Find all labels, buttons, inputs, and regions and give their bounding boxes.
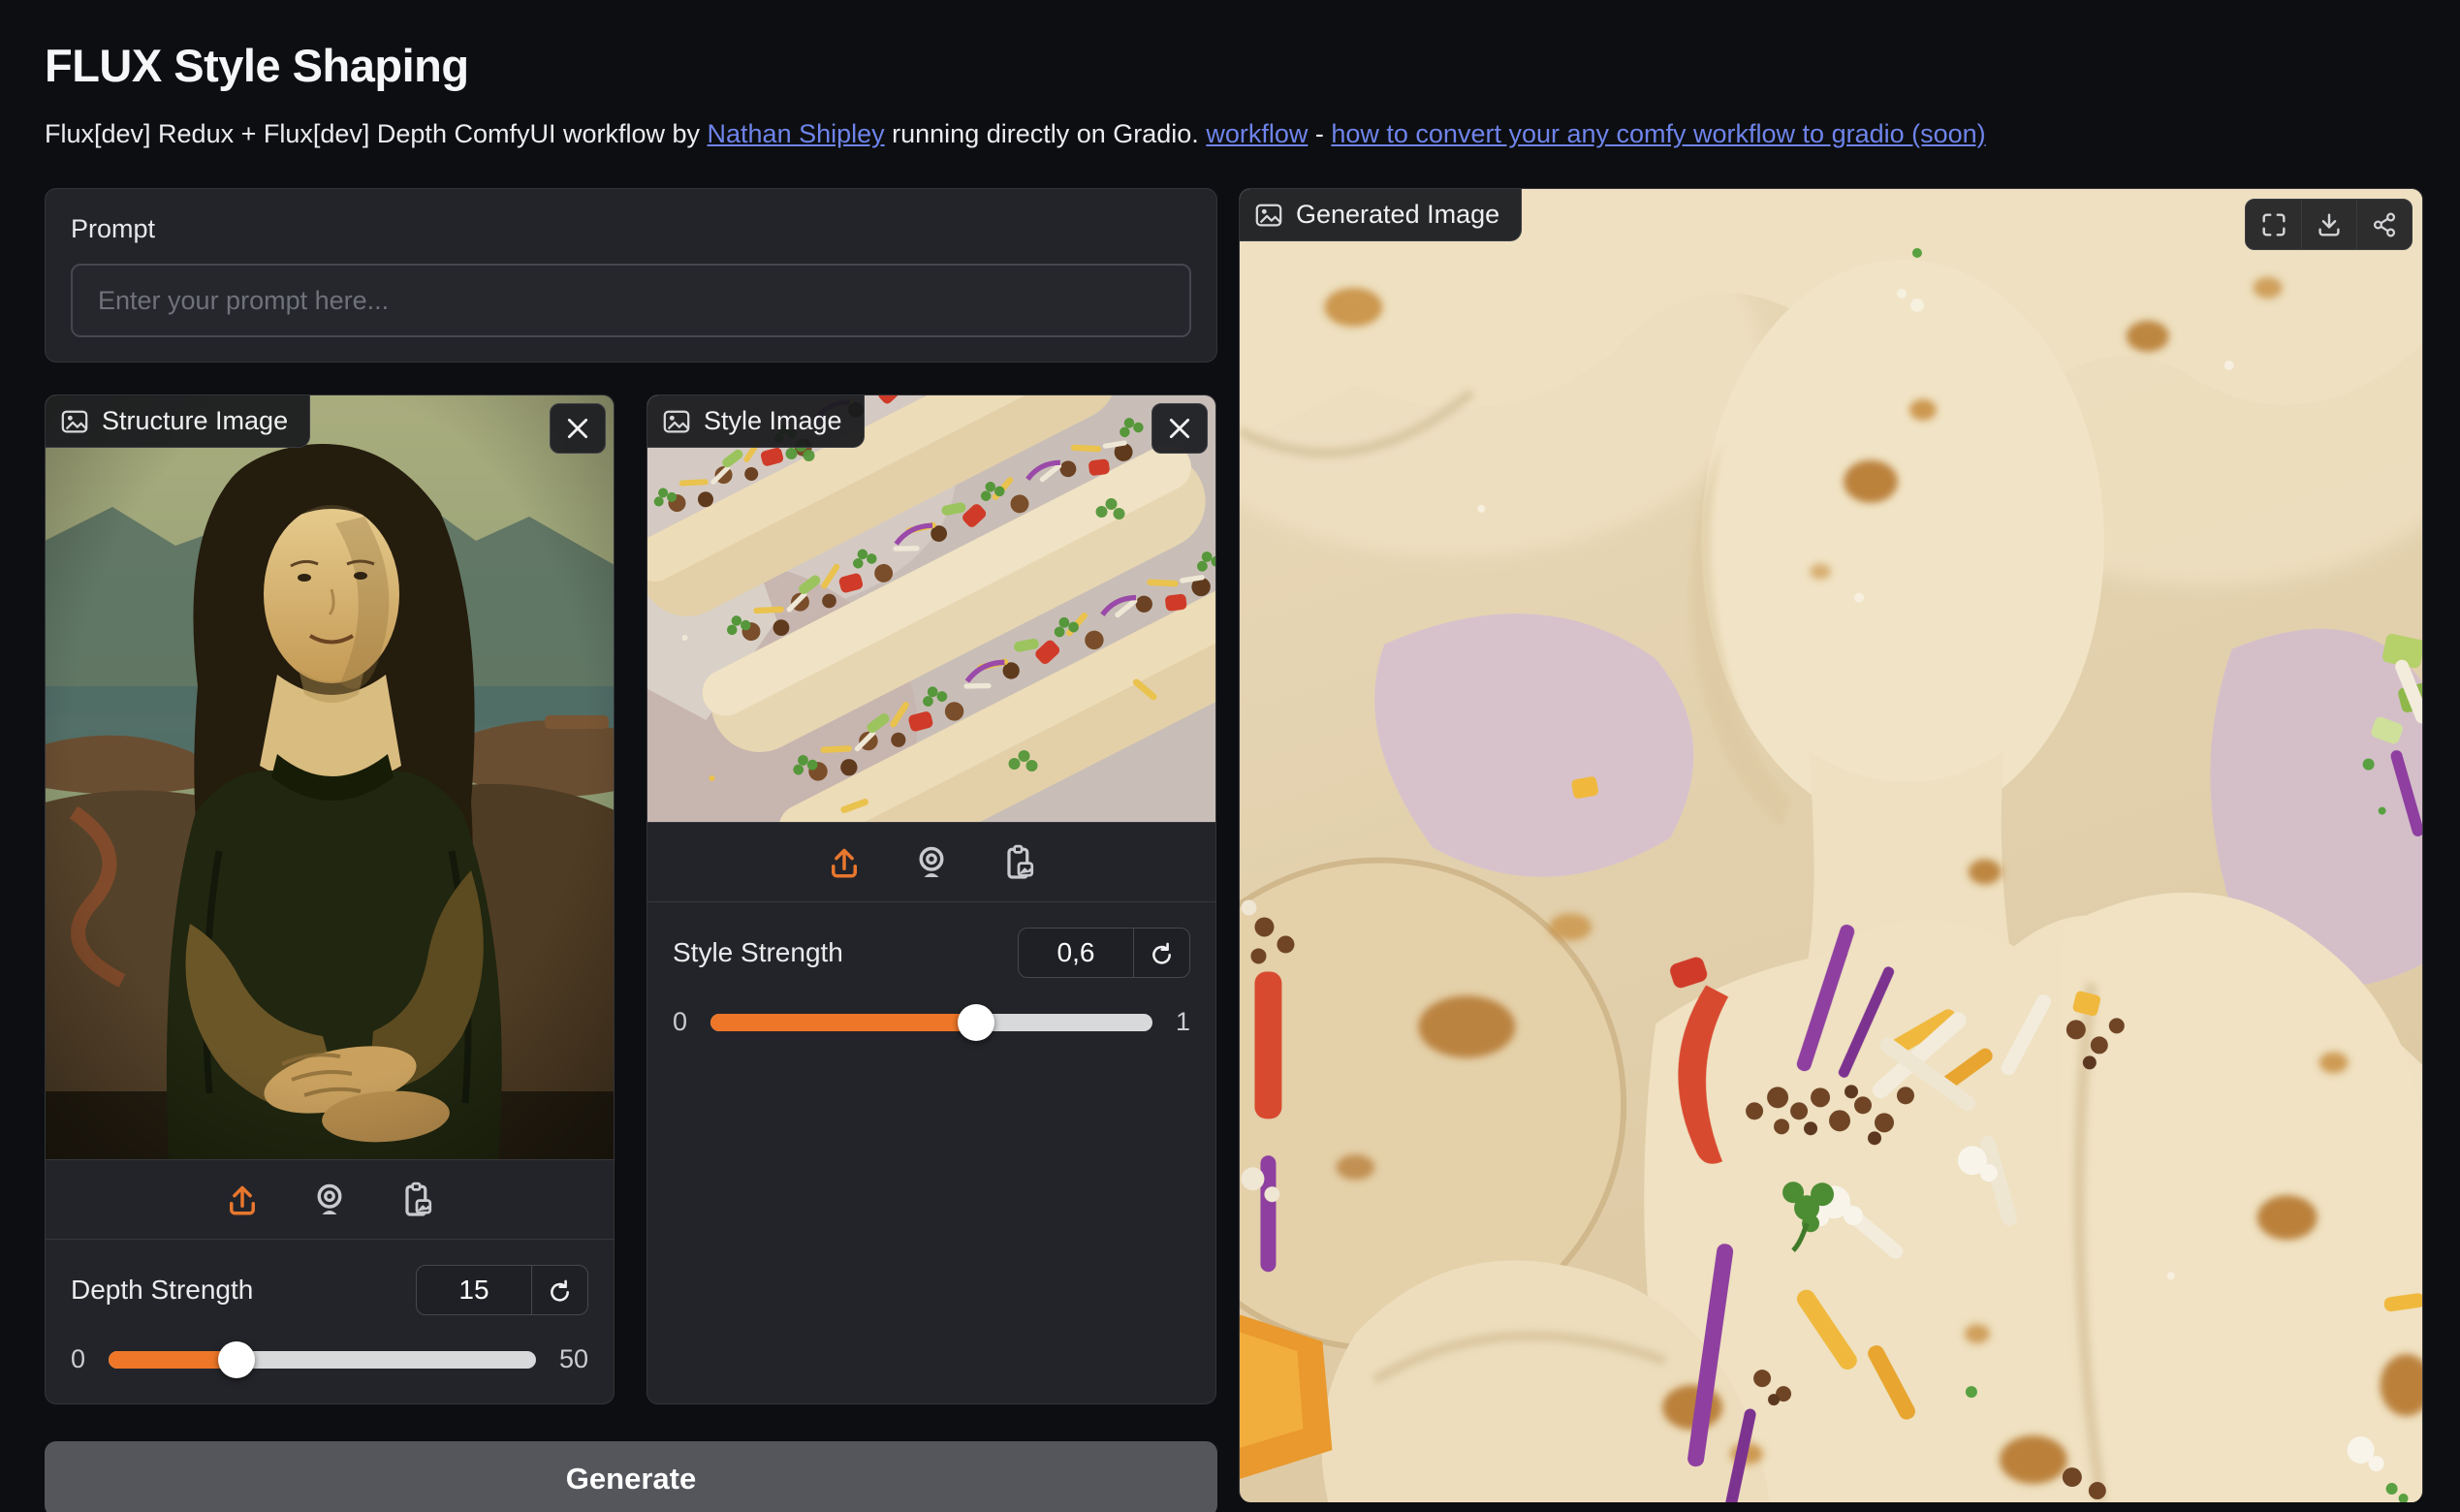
style-slider-handle[interactable] <box>958 1004 994 1041</box>
style-strength-numbox: 0,6 <box>1018 928 1190 978</box>
download-icon <box>2315 210 2344 239</box>
page-title: FLUX Style Shaping <box>45 39 2423 92</box>
structure-paste-button[interactable] <box>397 1181 436 1219</box>
subtitle-text-3: - <box>1308 119 1331 148</box>
style-image-view: Style Image <box>647 395 1215 822</box>
main-content: Prompt <box>45 188 2423 1512</box>
share-button[interactable] <box>2356 200 2412 249</box>
prompt-input[interactable] <box>71 264 1191 337</box>
download-button[interactable] <box>2301 200 2356 249</box>
howto-link[interactable]: how to convert your any comfy workflow t… <box>1331 119 1985 148</box>
style-min-label: 0 <box>673 1007 687 1037</box>
structure-upload-button[interactable] <box>223 1181 262 1219</box>
prompt-label: Prompt <box>71 214 1191 244</box>
style-paste-button[interactable] <box>999 843 1038 882</box>
generated-image-dough-mona-lisa <box>1240 189 2422 1502</box>
structure-webcam-button[interactable] <box>310 1181 349 1219</box>
generate-button[interactable]: Generate <box>45 1441 1217 1512</box>
generated-image-badge: Generated Image <box>1240 189 1522 241</box>
style-image-close-button[interactable] <box>1151 403 1208 454</box>
style-upload-button[interactable] <box>825 843 864 882</box>
clipboard-image-icon <box>999 843 1038 882</box>
style-image-tacos <box>647 395 1215 822</box>
author-link[interactable]: Nathan Shipley <box>708 119 885 148</box>
depth-strength-label: Depth Strength <box>71 1275 253 1306</box>
style-image-panel: Style Image <box>647 394 1216 1404</box>
style-webcam-button[interactable] <box>912 843 951 882</box>
upload-icon <box>223 1181 262 1219</box>
style-reset-button[interactable] <box>1133 929 1189 977</box>
share-icon <box>2370 210 2399 239</box>
webcam-icon <box>310 1181 349 1219</box>
structure-image-panel: Structure Image <box>45 394 615 1404</box>
structure-image-view: Structure Image <box>46 395 614 1159</box>
clipboard-image-icon <box>397 1181 436 1219</box>
left-column: Prompt <box>45 188 1217 1512</box>
depth-slider-handle[interactable] <box>218 1341 255 1378</box>
subtitle: Flux[dev] Redux + Flux[dev] Depth ComfyU… <box>45 119 2423 149</box>
depth-reset-button[interactable] <box>531 1266 587 1314</box>
image-icon <box>1254 201 1283 230</box>
structure-source-bar <box>46 1159 614 1240</box>
reset-icon <box>1149 939 1176 966</box>
right-column: Generated Image <box>1239 188 2423 1502</box>
structure-image-close-button[interactable] <box>550 403 606 454</box>
depth-max-label: 50 <box>559 1344 588 1374</box>
webcam-icon <box>912 843 951 882</box>
workflow-link[interactable]: workflow <box>1206 119 1308 148</box>
close-icon <box>565 416 590 441</box>
input-images-row: Structure Image <box>45 394 1217 1404</box>
structure-image-label: Structure Image <box>102 406 288 436</box>
generated-image-label: Generated Image <box>1296 200 1499 230</box>
prompt-panel: Prompt <box>45 188 1217 362</box>
style-source-bar <box>647 822 1215 902</box>
style-strength-value[interactable]: 0,6 <box>1019 929 1133 977</box>
style-max-label: 1 <box>1176 1007 1190 1037</box>
generated-image-toolbar <box>2245 199 2413 250</box>
style-slider-track[interactable] <box>710 1014 1152 1031</box>
subtitle-text-2: running directly on Gradio. <box>885 119 1207 148</box>
fullscreen-icon <box>2259 210 2288 239</box>
depth-strength-value[interactable]: 15 <box>417 1266 531 1314</box>
image-icon <box>60 407 89 436</box>
structure-image-badge: Structure Image <box>46 395 310 448</box>
depth-strength-block: Depth Strength 15 <box>46 1240 614 1403</box>
style-strength-label: Style Strength <box>673 937 843 968</box>
style-image-label: Style Image <box>704 406 842 436</box>
close-icon <box>1167 416 1192 441</box>
depth-strength-numbox: 15 <box>416 1265 588 1315</box>
subtitle-text-1: Flux[dev] Redux + Flux[dev] Depth ComfyU… <box>45 119 708 148</box>
structure-image-mona-lisa <box>46 395 614 1159</box>
generated-image-panel: Generated Image <box>1239 188 2423 1502</box>
reset-icon <box>547 1276 574 1304</box>
depth-min-label: 0 <box>71 1344 85 1374</box>
style-strength-slider: 0 1 <box>673 1007 1190 1037</box>
style-strength-block: Style Strength 0,6 <box>647 902 1215 1066</box>
depth-strength-slider: 0 50 <box>71 1344 588 1374</box>
style-slider-fill <box>710 1014 976 1031</box>
image-icon <box>662 407 691 436</box>
app-page: FLUX Style Shaping Flux[dev] Redux + Flu… <box>0 0 2460 1512</box>
fullscreen-button[interactable] <box>2246 200 2301 249</box>
upload-icon <box>825 843 864 882</box>
style-image-badge: Style Image <box>647 395 865 448</box>
depth-slider-track[interactable] <box>109 1351 536 1369</box>
